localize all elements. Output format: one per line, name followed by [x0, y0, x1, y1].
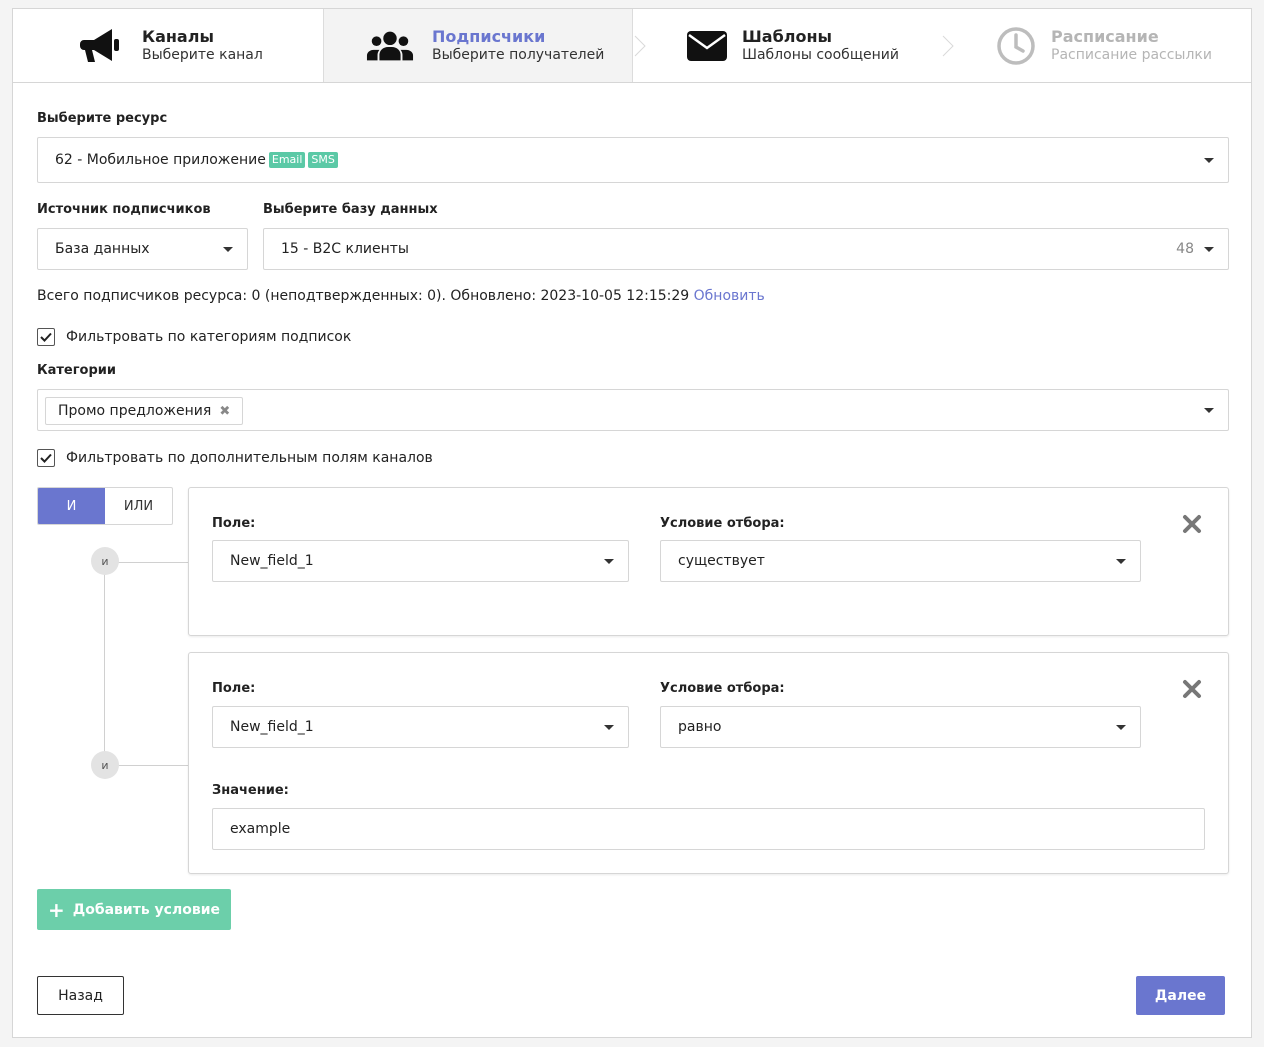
source-label: Источник подписчиков [37, 202, 211, 217]
users-icon [366, 24, 414, 68]
step-subtitle: Шаблоны сообщений [742, 47, 899, 63]
clock-icon [992, 24, 1040, 68]
logic-node: и [91, 751, 119, 779]
tree-line [104, 559, 105, 765]
value-label: Значение: [212, 783, 289, 798]
field-label: Поле: [212, 681, 256, 696]
sms-badge: SMS [308, 152, 338, 168]
condition-value: равно [678, 719, 722, 735]
source-value: База данных [55, 241, 150, 257]
database-value: 15 - B2C клиенты [281, 241, 409, 257]
envelope-icon [683, 24, 731, 68]
field-value: New_field_1 [230, 553, 314, 569]
filter-categories-checkbox[interactable] [37, 328, 55, 346]
logic-and-button[interactable]: И [38, 488, 105, 524]
add-condition-label: Добавить условие [72, 901, 221, 918]
step-subtitle: Выберите канал [142, 47, 263, 63]
chevron-down-icon [604, 725, 614, 730]
database-count: 48 [1176, 241, 1194, 257]
chevron-down-icon [1204, 247, 1214, 252]
info-text: Всего подписчиков ресурса: 0 (неподтверж… [37, 288, 690, 304]
condition-label: Условие отбора: [660, 681, 785, 696]
email-badge: Email [268, 152, 306, 168]
filter-fields-label: Фильтровать по дополнительным полям кана… [66, 450, 433, 466]
check-icon [40, 453, 52, 463]
logic-node: и [91, 547, 119, 575]
remove-condition-icon[interactable] [1182, 514, 1202, 534]
category-tag: Промо предложения ✖ [45, 397, 244, 425]
step-channels[interactable]: Каналы Выберите канал [13, 9, 323, 82]
remove-condition-icon[interactable] [1182, 679, 1202, 699]
categories-select[interactable]: Промо предложения ✖ [37, 389, 1229, 431]
chevron-down-icon [1116, 725, 1126, 730]
megaphone-icon [79, 24, 127, 68]
field-select[interactable]: New_field_1 [212, 706, 629, 748]
value-text: example [230, 821, 291, 837]
step-title: Расписание [1051, 27, 1159, 46]
field-select[interactable]: New_field_1 [212, 540, 629, 582]
condition-select[interactable]: равно [660, 706, 1141, 748]
chevron-down-icon [1204, 408, 1214, 413]
add-condition-button[interactable]: + Добавить условие [37, 889, 231, 930]
check-icon [40, 332, 52, 342]
logic-or-button[interactable]: ИЛИ [105, 488, 172, 524]
field-value: New_field_1 [230, 719, 314, 735]
condition-card: Поле: New_field_1 Условие отбора: сущест… [188, 487, 1229, 636]
condition-label: Условие отбора: [660, 516, 785, 531]
field-label: Поле: [212, 516, 256, 531]
categories-label: Категории [37, 363, 116, 378]
condition-value: существует [678, 553, 765, 569]
step-title: Шаблоны [742, 27, 832, 46]
condition-card: Поле: New_field_1 Условие отбора: равно … [188, 652, 1229, 874]
wizard-frame: Каналы Выберите канал Подписчики Выберит… [12, 8, 1252, 1038]
chevron-down-icon [223, 247, 233, 252]
filter-categories-row[interactable]: Фильтровать по категориям подписок [37, 328, 351, 346]
plus-icon: + [47, 897, 65, 922]
chevron-down-icon [1204, 158, 1214, 163]
step-schedule[interactable]: Расписание Расписание рассылки [942, 9, 1252, 82]
wizard-steps: Каналы Выберите канал Подписчики Выберит… [13, 9, 1251, 83]
resource-select[interactable]: 62 - Мобильное приложение Email SMS [37, 137, 1229, 183]
resource-value: 62 - Мобильное приложение [55, 152, 266, 168]
value-input[interactable]: example [212, 808, 1205, 850]
logic-toggle: И ИЛИ [37, 487, 173, 525]
step-subtitle: Выберите получателей [432, 47, 605, 63]
next-button[interactable]: Далее [1136, 976, 1225, 1015]
database-label: Выберите базу данных [263, 202, 438, 217]
step-templates[interactable]: Шаблоны Шаблоны сообщений [633, 9, 943, 82]
category-tag-label: Промо предложения [58, 403, 212, 419]
condition-select[interactable]: существует [660, 540, 1141, 582]
step-subtitle: Расписание рассылки [1051, 47, 1212, 63]
back-button[interactable]: Назад [37, 976, 124, 1015]
database-select[interactable]: 15 - B2C клиенты 48 [263, 228, 1229, 270]
remove-tag-icon[interactable]: ✖ [219, 404, 230, 419]
source-select[interactable]: База данных [37, 228, 248, 270]
filter-categories-label: Фильтровать по категориям подписок [66, 329, 352, 345]
chevron-down-icon [604, 559, 614, 564]
chevron-down-icon [1116, 559, 1126, 564]
refresh-link[interactable]: Обновить [694, 288, 765, 304]
step-title: Каналы [142, 27, 214, 46]
subscribers-info: Всего подписчиков ресурса: 0 (неподтверж… [37, 288, 765, 304]
step-subscribers[interactable]: Подписчики Выберите получателей [323, 9, 633, 82]
filter-fields-checkbox[interactable] [37, 449, 55, 467]
resource-label: Выберите ресурс [37, 111, 168, 126]
step-title: Подписчики [432, 27, 546, 46]
filter-fields-row[interactable]: Фильтровать по дополнительным полям кана… [37, 449, 433, 467]
